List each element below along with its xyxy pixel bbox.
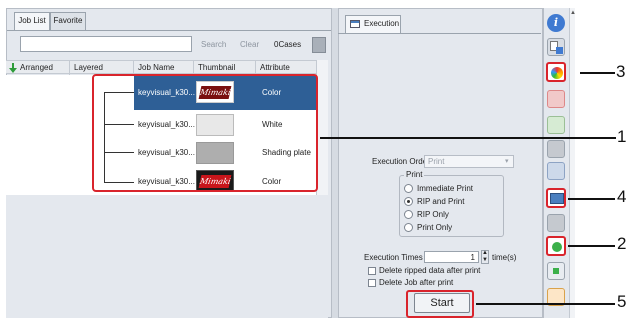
tab-execution-label: Execution <box>364 19 400 28</box>
window-icon <box>350 20 360 28</box>
toolbar-scrollbar[interactable] <box>569 8 575 318</box>
checkbox-label: Delete Job after print <box>379 278 454 287</box>
callout-4: 4 <box>617 187 627 206</box>
tab-divider <box>338 33 541 34</box>
callout-1: 1 <box>617 127 627 146</box>
tab-job-list[interactable]: Job List <box>14 12 50 30</box>
radio-rip-and-print[interactable] <box>404 197 413 206</box>
scroll-up-icon[interactable]: ▲ <box>570 10 576 16</box>
radio-rip-only[interactable] <box>404 210 413 219</box>
arrow-down-icon <box>9 63 17 73</box>
tab-execution[interactable]: Execution <box>345 15 401 33</box>
search-button[interactable]: Search <box>201 38 226 52</box>
move-icon[interactable] <box>547 262 565 280</box>
tab-favorite[interactable]: Favorite <box>50 12 86 30</box>
chevron-down-icon: ▾ <box>505 158 509 165</box>
callout-box-job-list <box>92 74 318 192</box>
execution-times-label: Execution Times <box>364 253 423 262</box>
callout-line <box>568 245 615 247</box>
radio-label: RIP and Print <box>417 197 465 206</box>
filter-button[interactable] <box>312 37 326 53</box>
green-arrow-icon[interactable] <box>546 236 566 256</box>
radio-label: Immediate Print <box>417 184 474 193</box>
add-job-icon[interactable] <box>547 38 565 56</box>
radio-print-only[interactable] <box>404 223 413 232</box>
clear-button[interactable]: Clear <box>240 38 259 52</box>
callout-3: 3 <box>616 62 626 81</box>
info-icon[interactable]: i <box>547 14 565 32</box>
execution-order-select[interactable]: Print ▾ <box>424 155 514 168</box>
col-layered[interactable]: Layered <box>70 61 134 75</box>
col-thumbnail[interactable]: Thumbnail <box>194 61 256 75</box>
gray-tool-icon[interactable] <box>547 140 565 158</box>
green-page-icon[interactable] <box>547 116 565 134</box>
red-page-icon[interactable] <box>547 90 565 108</box>
print-group-label: Print <box>404 170 425 179</box>
col-attribute[interactable]: Attribute <box>256 61 316 75</box>
execution-icon[interactable] <box>546 188 566 208</box>
green-circle <box>552 242 562 252</box>
green-square <box>553 268 559 274</box>
window-icon-bar <box>351 21 359 23</box>
case-count: 0Cases <box>274 40 302 49</box>
gray-tool-icon-2[interactable] <box>547 214 565 232</box>
radio-label: Print Only <box>417 223 453 232</box>
checkbox-label: Delete ripped data after print <box>379 266 481 275</box>
callout-line <box>320 137 616 139</box>
callout-5: 5 <box>617 292 627 311</box>
callout-line <box>568 198 615 200</box>
checkbox-delete-ripped[interactable] <box>368 267 376 275</box>
times-spinner[interactable]: ▲ ▼ <box>481 250 489 264</box>
radio-immediate-print[interactable] <box>404 184 413 193</box>
callout-line <box>476 303 615 305</box>
execution-order-value: Print <box>428 157 445 166</box>
spin-down-icon: ▼ <box>482 257 488 263</box>
color-icon[interactable] <box>546 62 566 82</box>
callout-line <box>580 72 615 74</box>
blue-badge <box>556 47 563 54</box>
checkbox-delete-job[interactable] <box>368 279 376 287</box>
tab-divider <box>7 30 335 31</box>
execution-order-label: Execution Order <box>372 157 430 166</box>
callout-box-start <box>406 290 474 318</box>
callout-2: 2 <box>617 234 627 253</box>
column-header: Arranged Layered Job Name Thumbnail Attr… <box>6 60 316 75</box>
times-unit: time(s) <box>492 253 517 262</box>
color-wheel <box>551 67 563 79</box>
search-input[interactable] <box>20 36 192 52</box>
layout-icon[interactable] <box>547 162 565 180</box>
spin-up-icon: ▲ <box>482 250 488 256</box>
radio-dot <box>407 200 410 203</box>
radio-label: RIP Only <box>417 210 449 219</box>
job-list-empty-area <box>6 195 328 318</box>
screen-shape <box>550 193 564 204</box>
col-job-name[interactable]: Job Name <box>134 61 194 75</box>
execution-times-input[interactable]: 1 <box>424 251 479 263</box>
